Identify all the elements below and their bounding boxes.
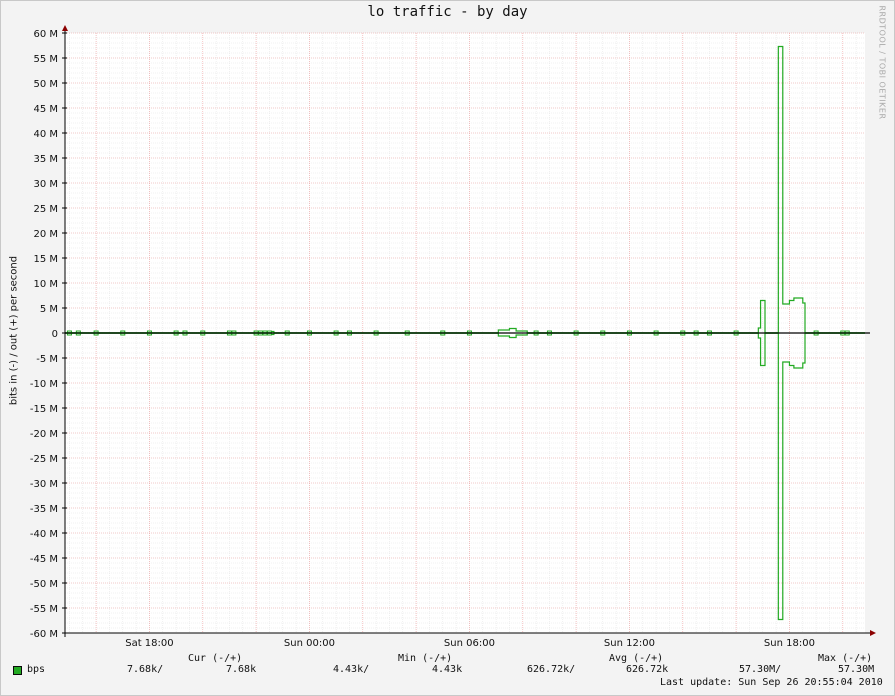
legend-max-out: 57.30M: [838, 664, 875, 675]
y-tick-label: 5 M: [40, 304, 58, 315]
x-tick-label: Sun 06:00: [444, 638, 495, 649]
last-update: Last update: Sun Sep 26 20:55:04 2010: [660, 677, 883, 688]
y-tick-label: 55 M: [33, 54, 58, 65]
y-tick-label: -30 M: [30, 479, 58, 490]
legend-avg-in: 626.72k/: [527, 664, 576, 675]
legend-header-min: Min (-/+): [398, 653, 453, 664]
legend-cur-in: 7.68k/: [127, 664, 164, 675]
y-tick-label: -20 M: [30, 429, 58, 440]
x-tick-label: Sun 12:00: [604, 638, 655, 649]
legend-series-name: bps: [27, 664, 46, 675]
x-axis-arrow: [870, 630, 876, 636]
y-tick-label: -50 M: [30, 579, 58, 590]
y-tick-label: 0: [52, 329, 58, 340]
x-tick-label: Sun 00:00: [284, 638, 335, 649]
legend-cur-out: 7.68k: [226, 664, 257, 675]
legend-header-avg: Avg (-/+): [609, 653, 664, 664]
legend-min-out: 4.43k: [432, 664, 463, 675]
plot-area: 60 M 55 M 50 M 45 M 40 M 35 M 30 M 25 M 20 M 15 M…: [30, 25, 876, 649]
y-tick-label: 50 M: [33, 79, 58, 90]
legend-header-max: Max (-/+): [818, 653, 873, 664]
x-tick-label: Sat 18:00: [125, 638, 173, 649]
y-tick-label: -10 M: [30, 379, 58, 390]
legend-min-in: 4.43k/: [333, 664, 370, 675]
y-tick-label: 30 M: [33, 179, 58, 190]
legend-swatch-bps: [13, 666, 22, 675]
y-tick-label: -55 M: [30, 604, 58, 615]
y-tick-label: -5 M: [36, 354, 58, 365]
y-tick-label: -60 M: [30, 629, 58, 640]
y-tick-label: 20 M: [33, 229, 58, 240]
y-tick-label: -45 M: [30, 554, 58, 565]
y-tick-label: 15 M: [33, 254, 58, 265]
y-tick-label: 40 M: [33, 129, 58, 140]
y-axis-arrow: [62, 25, 68, 31]
y-tick-label: 25 M: [33, 204, 58, 215]
y-tick-label: -25 M: [30, 454, 58, 465]
y-tick-label: -15 M: [30, 404, 58, 415]
y-tick-label: 35 M: [33, 154, 58, 165]
y-tick-label: 45 M: [33, 104, 58, 115]
legend-header-cur: Cur (-/+): [188, 653, 243, 664]
y-tick-label: -40 M: [30, 529, 58, 540]
x-tick-label: Sun 18:00: [764, 638, 815, 649]
y-tick-label: 10 M: [33, 279, 58, 290]
y-tick-label: -35 M: [30, 504, 58, 515]
legend-avg-out: 626.72k: [626, 664, 669, 675]
y-tick-label: 60 M: [33, 29, 58, 40]
legend-max-in: 57.30M/: [739, 664, 782, 675]
